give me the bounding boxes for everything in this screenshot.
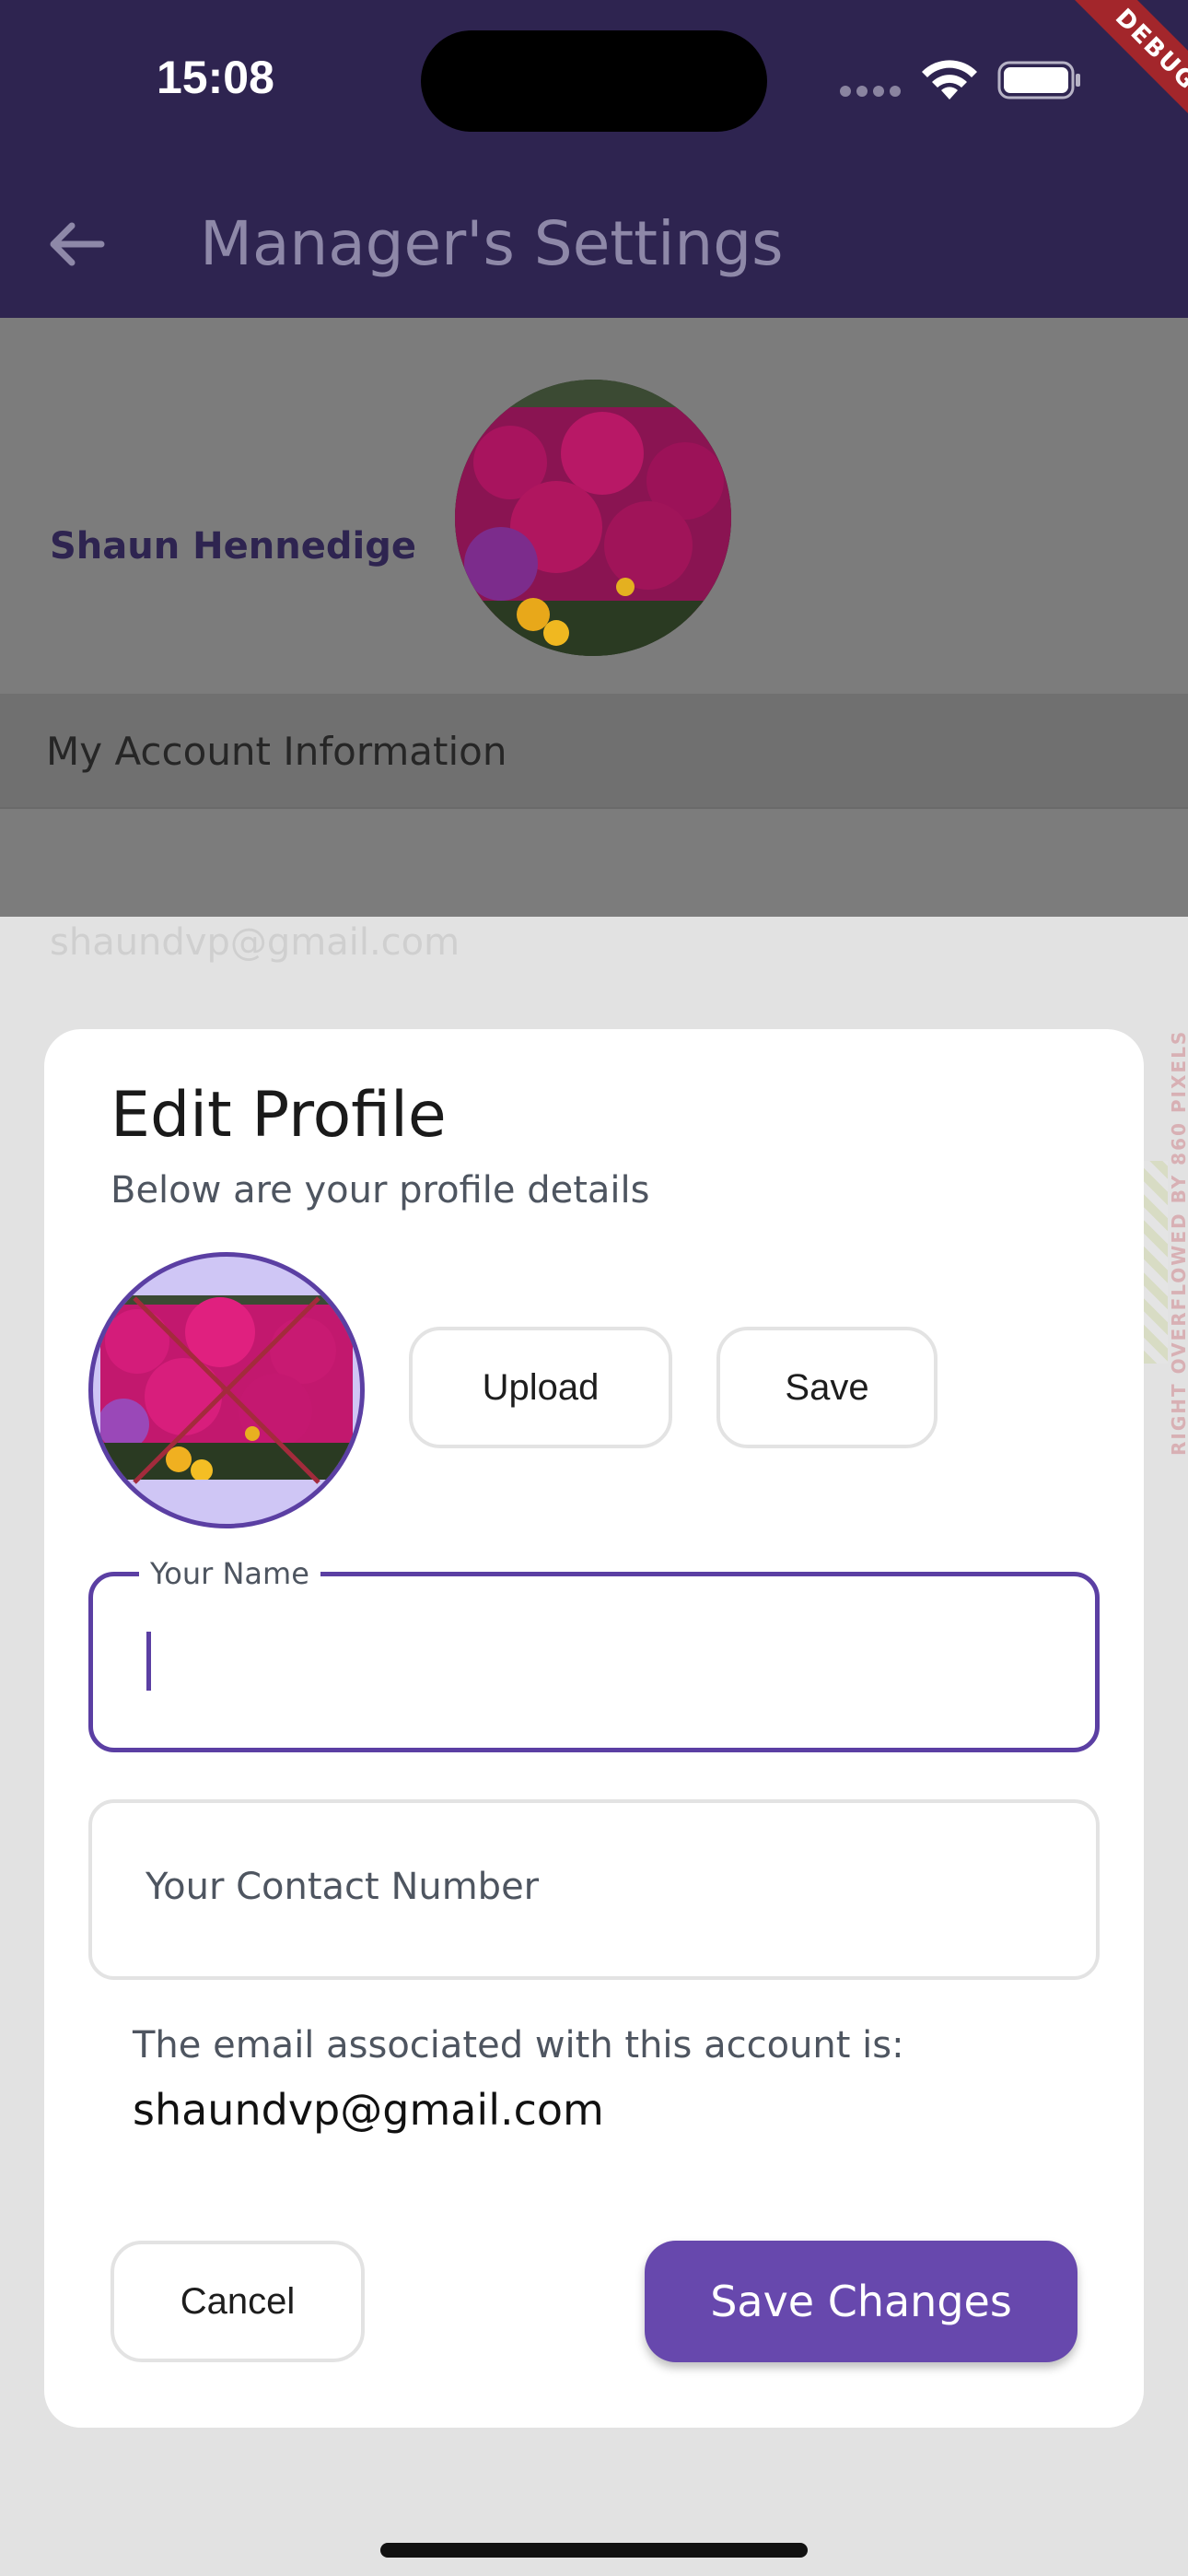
section-label: My Account Information (46, 729, 507, 774)
email-info-text: The email associated with this account i… (133, 2024, 904, 2067)
wifi-icon (922, 60, 977, 100)
contact-number-placeholder: Your Contact Number (146, 1866, 540, 1908)
cancel-button[interactable]: Cancel (111, 2241, 365, 2362)
battery-icon (997, 61, 1080, 100)
dynamic-island (421, 30, 767, 132)
name-field-label: Your Name (139, 1556, 320, 1591)
remove-photo-icon (133, 1296, 320, 1484)
home-indicator[interactable] (380, 2543, 808, 2558)
cellular-signal-icon (840, 83, 906, 97)
dialog-title: Edit Profile (111, 1079, 447, 1152)
user-email: shaundvp@gmail.com (50, 921, 460, 964)
account-email: shaundvp@gmail.com (133, 2085, 604, 2135)
save-photo-button[interactable]: Save (716, 1327, 938, 1448)
profile-avatar (455, 380, 731, 656)
save-changes-button[interactable]: Save Changes (645, 2241, 1077, 2362)
status-bar: 15:08 DEBUG (0, 0, 1188, 175)
dialog-subtitle: Below are your profile details (111, 1169, 650, 1212)
upload-button[interactable]: Upload (409, 1327, 672, 1448)
edit-profile-dialog: Edit Profile Below are your profile deta… (44, 1029, 1144, 2428)
name-field[interactable]: Your Name (88, 1556, 1100, 1752)
arrow-left-icon[interactable] (44, 212, 109, 276)
user-name: Shaun Hennedige (50, 525, 416, 568)
text-cursor (146, 1632, 151, 1691)
app-bar: Manager's Settings (0, 175, 1188, 318)
settings-background: My Account Information (0, 318, 1188, 917)
contact-number-field[interactable]: Your Contact Number (88, 1799, 1100, 1980)
page-title: Manager's Settings (200, 208, 784, 279)
overflow-warning: RIGHT OVERFLOWED BY 860 PIXELS (1168, 1029, 1188, 1456)
status-time: 15:08 (157, 52, 274, 103)
profile-photo-preview[interactable] (88, 1252, 365, 1528)
flower-photo (455, 380, 731, 656)
account-info-section: My Account Information (0, 694, 1188, 809)
overflow-indicator (1144, 1161, 1168, 1364)
